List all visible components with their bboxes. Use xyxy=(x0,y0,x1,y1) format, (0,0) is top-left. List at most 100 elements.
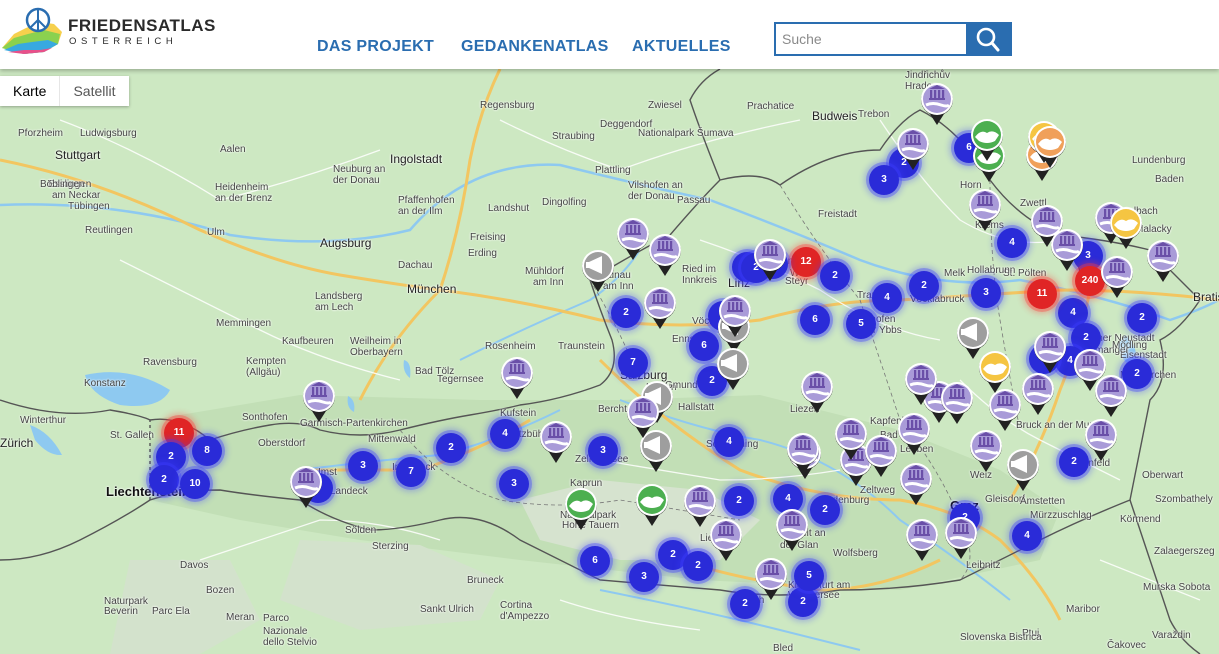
map-pin-purple-institution-icon[interactable] xyxy=(968,429,1004,473)
map-pin-green-hands-icon[interactable] xyxy=(969,118,1005,162)
map-pin-purple-institution-icon[interactable] xyxy=(625,395,661,439)
map-pin-gray-megaphone-icon[interactable] xyxy=(715,347,751,391)
map-pin-purple-institution-icon[interactable] xyxy=(943,516,979,560)
map-type-satellit-button[interactable]: Satellit xyxy=(59,76,128,106)
marker-cluster[interactable]: 2 xyxy=(1127,303,1157,333)
logo-title: FRIEDENSATLAS xyxy=(68,16,216,35)
marker-cluster[interactable]: 5 xyxy=(846,309,876,339)
marker-cluster[interactable]: 4 xyxy=(714,427,744,457)
map-pin-purple-institution-icon[interactable] xyxy=(799,370,835,414)
place-label: Kufstein xyxy=(500,408,537,419)
place-label: Straubing xyxy=(552,131,595,142)
map-pin-purple-institution-icon[interactable] xyxy=(904,518,940,562)
marker-cluster[interactable]: 11 xyxy=(1027,279,1057,309)
map-pin-green-hands-icon[interactable] xyxy=(634,483,670,527)
marker-cluster[interactable]: 6 xyxy=(580,546,610,576)
place-label: Freising xyxy=(470,232,506,243)
map-pin-purple-institution-icon[interactable] xyxy=(288,465,324,509)
place-label: Trebon xyxy=(858,109,890,120)
nav-aktuelles[interactable]: AKTUELLES xyxy=(632,38,731,56)
map-pin-orange-hands-icon[interactable] xyxy=(1032,125,1068,169)
place-label: Landeck xyxy=(330,486,368,497)
map-pin-purple-institution-icon[interactable] xyxy=(939,381,975,425)
map-pin-gray-megaphone-icon[interactable] xyxy=(955,316,991,360)
place-label: Zwiesel xyxy=(648,100,682,111)
marker-cluster[interactable]: 3 xyxy=(348,451,378,481)
nav-gedankenatlas[interactable]: GEDANKENATLAS xyxy=(461,38,609,56)
map-pin-purple-institution-icon[interactable] xyxy=(717,294,753,338)
map-pin-purple-institution-icon[interactable] xyxy=(896,412,932,456)
marker-cluster[interactable]: 2 xyxy=(820,261,850,291)
map-pin-purple-institution-icon[interactable] xyxy=(903,362,939,406)
map-pin-purple-institution-icon[interactable] xyxy=(1083,418,1119,462)
marker-cluster[interactable]: 5 xyxy=(794,561,824,591)
map-pin-purple-institution-icon[interactable] xyxy=(538,420,574,464)
map-pin-purple-institution-icon[interactable] xyxy=(967,188,1003,232)
search-input[interactable] xyxy=(776,24,980,54)
map-pin-purple-institution-icon[interactable] xyxy=(1072,348,1108,392)
marker-cluster[interactable]: 8 xyxy=(192,436,222,466)
map-pin-purple-institution-icon[interactable] xyxy=(1145,239,1181,283)
map-pin-gray-megaphone-icon[interactable] xyxy=(1005,448,1041,492)
map-pin-purple-institution-icon[interactable] xyxy=(895,127,931,171)
marker-cluster[interactable]: 4 xyxy=(872,283,902,313)
map-canvas[interactable]: Stuttgart Ludwigsburg Pforzheim Esslingen am… xyxy=(0,69,1219,654)
marker-cluster[interactable]: 2 xyxy=(788,587,818,617)
map-pin-purple-institution-icon[interactable] xyxy=(785,432,821,476)
marker-cluster[interactable]: 12 xyxy=(791,247,821,277)
place-label: Sölden xyxy=(345,525,377,536)
map-pin-purple-institution-icon[interactable] xyxy=(1049,228,1085,272)
map-type-karte-button[interactable]: Karte xyxy=(0,76,59,106)
marker-cluster[interactable]: 4 xyxy=(1012,521,1042,551)
marker-cluster[interactable]: 2 xyxy=(909,271,939,301)
marker-cluster[interactable]: 2 xyxy=(724,486,754,516)
place-label: Passau xyxy=(677,195,711,206)
place-label: Hallstatt xyxy=(678,402,715,413)
marker-cluster[interactable]: 3 xyxy=(588,436,618,466)
place-label: Sterzing xyxy=(372,541,409,552)
marker-cluster[interactable]: 3 xyxy=(629,562,659,592)
map-pin-yellow-hands-icon[interactable] xyxy=(1108,206,1144,250)
search-button[interactable] xyxy=(966,24,1010,54)
map-pin-purple-institution-icon[interactable] xyxy=(752,238,788,282)
map-pin-purple-institution-icon[interactable] xyxy=(1099,255,1135,299)
marker-cluster[interactable]: 2 xyxy=(149,465,179,495)
map-pin-purple-institution-icon[interactable] xyxy=(642,286,678,330)
place-label: Szombathely xyxy=(1155,494,1213,505)
marker-cluster[interactable]: 4 xyxy=(997,228,1027,258)
marker-cluster[interactable]: 6 xyxy=(800,305,830,335)
map-pin-gray-megaphone-icon[interactable] xyxy=(580,249,616,293)
map-pin-purple-institution-icon[interactable] xyxy=(833,417,869,461)
map-pin-purple-institution-icon[interactable] xyxy=(708,518,744,562)
place-label: der Donau xyxy=(333,175,380,186)
map-pin-purple-institution-icon[interactable] xyxy=(1020,372,1056,416)
place-label: der Donau xyxy=(628,191,675,202)
map-pin-purple-institution-icon[interactable] xyxy=(987,388,1023,432)
place-label: an der Brenz xyxy=(215,193,273,204)
marker-cluster[interactable]: 2 xyxy=(436,433,466,463)
nav-das-projekt[interactable]: DAS PROJEKT xyxy=(317,38,434,56)
map-pin-purple-institution-icon[interactable] xyxy=(1032,330,1068,374)
site-logo[interactable]: FRIEDENSATLAS OSTERREICH xyxy=(0,4,215,60)
map-pin-purple-institution-icon[interactable] xyxy=(301,379,337,423)
map-pin-purple-institution-icon[interactable] xyxy=(774,508,810,552)
place-label: Parco xyxy=(263,613,290,624)
place-label: Maribor xyxy=(1066,604,1100,615)
map-pin-green-hands-icon[interactable] xyxy=(563,487,599,531)
map-pin-purple-institution-icon[interactable] xyxy=(898,462,934,506)
marker-cluster[interactable]: 2 xyxy=(611,298,641,328)
marker-cluster[interactable]: 7 xyxy=(618,348,648,378)
map-pin-purple-institution-icon[interactable] xyxy=(615,217,651,261)
map-pin-purple-institution-icon[interactable] xyxy=(647,233,683,277)
marker-cluster[interactable]: 7 xyxy=(396,457,426,487)
marker-cluster[interactable]: 2 xyxy=(810,495,840,525)
marker-cluster[interactable]: 10 xyxy=(180,469,210,499)
map-pin-purple-institution-icon[interactable] xyxy=(753,557,789,601)
map-pin-purple-institution-icon[interactable] xyxy=(499,356,535,400)
place-label: Jindřichův xyxy=(905,70,951,81)
map-pin-purple-institution-icon[interactable] xyxy=(919,82,955,126)
marker-cluster[interactable]: 3 xyxy=(499,469,529,499)
place-label: Erding xyxy=(468,248,497,259)
marker-cluster[interactable]: 4 xyxy=(490,419,520,449)
marker-cluster[interactable]: 3 xyxy=(971,278,1001,308)
